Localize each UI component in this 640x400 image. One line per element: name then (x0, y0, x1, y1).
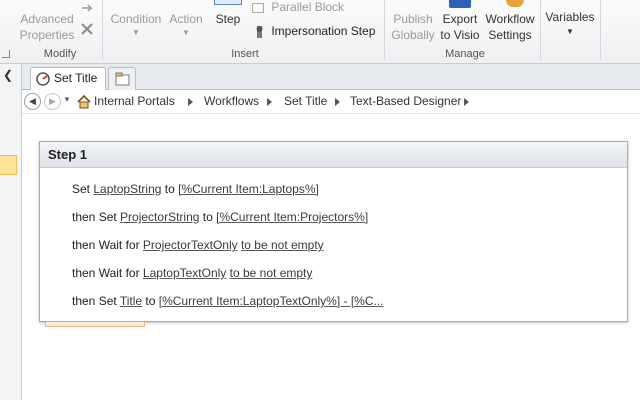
export-to-visio-button[interactable]: Export to Visio (438, 11, 482, 43)
variable-link[interactable]: ProjectorString (120, 210, 199, 224)
advanced-properties-button[interactable]: Advanced Properties (18, 11, 76, 43)
step-action-line: Set LaptopString to [%Current Item:Lapto… (72, 182, 319, 196)
history-dropdown[interactable]: ▼ (63, 95, 71, 104)
impersonation-step-label: Impersonation Step (271, 24, 376, 38)
step-action-line: then Wait for ProjectorTextOnly to be no… (72, 238, 324, 252)
action-keyword: Set (72, 182, 94, 196)
publish-label-2: Globally (391, 28, 435, 42)
breadcrumb-item[interactable]: Workflows (204, 94, 259, 108)
advanced-properties-label-2: Properties (19, 28, 75, 42)
action-keyword: to (199, 210, 217, 224)
action-keyword: to (161, 182, 179, 196)
action-label: Action (169, 12, 203, 26)
export-label-1: Export (442, 12, 478, 26)
insertion-marker (45, 322, 145, 327)
export-label-2: to Visio (440, 28, 480, 42)
breadcrumb-separator-icon[interactable] (188, 98, 193, 106)
parallel-block-icon (252, 2, 264, 13)
group-separator (384, 0, 385, 60)
workflow-icon (36, 72, 50, 86)
action-button[interactable]: Action ▼ (166, 11, 206, 39)
condition-label: Condition (110, 12, 162, 26)
breadcrumb-item[interactable]: Set Title (284, 94, 327, 108)
selected-nav-indicator[interactable] (0, 155, 17, 175)
group-separator (540, 0, 541, 60)
step-action-line: then Set Title to [%Current Item:LaptopT… (72, 294, 384, 308)
workflow-settings-button[interactable]: Workflow Settings (482, 11, 538, 43)
variables-button[interactable]: Variables ▼ (542, 9, 598, 39)
step-action-line: then Set ProjectorString to [%Current It… (72, 210, 368, 224)
step-action-line: then Wait for LaptopTextOnly to be not e… (72, 266, 312, 280)
group-separator (102, 0, 103, 60)
dialog-launcher-icon[interactable] (2, 50, 10, 58)
value-link[interactable]: [%Current Item:LaptopTextOnly%] - [%C... (159, 294, 384, 308)
variables-label: Variables (545, 10, 595, 24)
home-icon (77, 94, 91, 109)
impersonation-step-button[interactable]: Impersonation Step (252, 24, 375, 42)
field-link[interactable]: Title (120, 294, 142, 308)
chevron-down-icon: ▼ (182, 28, 190, 37)
value-link[interactable]: [%Current Item:Laptops%] (178, 182, 319, 196)
breadcrumb: ◀ ▶ ▼ Internal Portals Workflows Set Tit… (22, 90, 640, 114)
variable-link[interactable]: ProjectorTextOnly (143, 238, 238, 252)
modify-group-label: Modify (43, 48, 77, 60)
delete-icon[interactable] (80, 22, 94, 36)
navigation-pane-collapsed: ❮ (0, 64, 22, 400)
action-keyword: then Set (72, 294, 120, 308)
parallel-block-button[interactable]: Parallel Block (252, 0, 344, 18)
publish-label-1: Publish (393, 12, 433, 26)
breadcrumb-item[interactable]: Internal Portals (94, 94, 175, 108)
action-keyword: then Wait for (72, 266, 143, 280)
tab-folder[interactable] (108, 67, 136, 90)
breadcrumb-separator-icon[interactable] (464, 98, 469, 106)
variable-link[interactable]: LaptopString (93, 182, 161, 196)
workflow-settings-icon (506, 0, 524, 7)
collapse-pane-button[interactable]: ❮ (3, 68, 13, 82)
action-keyword: to (142, 294, 159, 308)
forward-button[interactable]: ▶ (44, 93, 61, 110)
breadcrumb-separator-icon[interactable] (335, 98, 340, 106)
chevron-down-icon: ▼ (132, 28, 140, 37)
document-tabs: Set Title (22, 64, 640, 90)
tab-label: Set Title (54, 71, 98, 85)
variable-link[interactable]: LaptopTextOnly (143, 266, 226, 280)
tab-set-title[interactable]: Set Title (30, 67, 106, 90)
workflow-label-1: Workflow (485, 12, 535, 26)
condition-button[interactable]: Condition ▼ (106, 11, 166, 39)
condition-link[interactable]: to be not empty (230, 266, 313, 280)
back-button[interactable]: ◀ (24, 93, 41, 110)
publish-globally-button[interactable]: Publish Globally (388, 11, 438, 43)
condition-link[interactable]: to be not empty (241, 238, 324, 252)
visio-icon (449, 0, 471, 8)
value-link[interactable]: [%Current Item:Projectors%] (216, 210, 368, 224)
insert-group-label: Insert (231, 48, 259, 60)
advanced-properties-label-1: Advanced (20, 12, 74, 26)
workflow-label-2: Settings (488, 28, 532, 42)
step-button[interactable]: Step (208, 11, 248, 27)
chevron-down-icon: ▼ (566, 27, 574, 36)
step-label: Step (215, 12, 241, 26)
step-title[interactable]: Step 1 (40, 142, 627, 168)
action-keyword: then Wait for (72, 238, 143, 252)
breadcrumb-separator-icon[interactable] (267, 98, 272, 106)
action-keyword: then Set (72, 210, 121, 224)
manage-group-label: Manage (445, 48, 485, 60)
breadcrumb-item[interactable]: Text-Based Designer (350, 94, 461, 108)
step-icon (214, 0, 242, 5)
impersonation-step-icon (256, 25, 263, 38)
move-icon[interactable] (80, 0, 96, 14)
group-separator (600, 0, 601, 60)
parallel-block-label: Parallel Block (271, 0, 345, 14)
ribbon: Advanced Properties Modify Condition ▼ A… (0, 0, 640, 64)
folder-icon (115, 72, 130, 86)
workflow-step[interactable]: Step 1 Set LaptopString to [%Current Ite… (39, 141, 628, 322)
